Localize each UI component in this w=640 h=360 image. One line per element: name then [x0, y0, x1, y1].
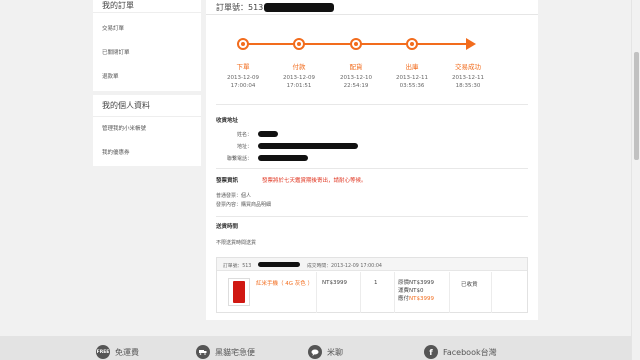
- column-divider: [491, 272, 492, 313]
- step-time-packing: 2013-12-10 22:54:19: [331, 75, 381, 90]
- original-price-label: 原價: [398, 280, 410, 286]
- product-name-link[interactable]: 紅米手機（ 4G 灰色 ）: [256, 280, 316, 288]
- order-items-box: 訂單號：513 成交時間：2013-12-09 17:00:04 紅米手機（ 4…: [216, 257, 528, 313]
- column-divider: [316, 272, 317, 313]
- sidebar-orders-card: 我的訂單 交易訂單 已關閉訂單 退款單: [93, 0, 201, 91]
- free-shipping-icon: FREE: [96, 345, 110, 359]
- footer-chat[interactable]: 米聊: [308, 345, 343, 359]
- unit-price: NT$3999: [322, 280, 347, 286]
- step-dot-ordered: [237, 38, 249, 50]
- footer-label-delivery: 黑貓宅急便: [215, 347, 255, 357]
- step-name-ordered: 下單: [236, 63, 250, 71]
- product-image[interactable]: [228, 278, 250, 306]
- step-clock: 22:54:19: [343, 82, 369, 89]
- step-dot-packing: [350, 38, 362, 50]
- redacted-phone: [258, 155, 308, 161]
- step-time-ordered: 2013-12-09 17:00:04: [218, 75, 268, 90]
- address-label: 地址：: [236, 144, 252, 150]
- column-divider: [394, 272, 395, 313]
- footer-label-facebook: Facebook台灣: [443, 347, 497, 357]
- sidebar-item-manage-account[interactable]: 管理我的小米帳號: [93, 117, 201, 141]
- section-divider: [216, 168, 528, 169]
- step-clock: 17:00:04: [230, 82, 256, 89]
- truck-icon: [196, 345, 210, 359]
- invoice-content-value: 購買商品明細: [241, 202, 272, 208]
- footer-bar: FREE 免運費 黑貓宅急便 米聊 f Facebook台灣: [0, 336, 640, 360]
- name-label: 姓名：: [236, 132, 252, 138]
- chat-icon: [308, 345, 322, 359]
- step-time-shipped: 2013-12-11 03:55:36: [387, 75, 437, 90]
- price-breakdown: 原價NT$3999 運費NT$0 應付NT$3999: [398, 279, 434, 303]
- step-dot-paid: [293, 38, 305, 50]
- step-date: 2013-12-09: [227, 75, 259, 81]
- order-box-deal-time: 成交時間：2013-12-09 17:00:04: [307, 264, 382, 269]
- paid-label: 應付: [398, 296, 410, 302]
- paid-row: 應付NT$3999: [398, 295, 434, 303]
- step-name-shipped: 出庫: [405, 63, 419, 71]
- invoice-notice: 發票將於七天鑑賞期後寄出，請耐心等候。: [262, 178, 367, 184]
- redacted-name: [258, 131, 278, 137]
- shipping-row: 運費NT$0: [398, 287, 434, 295]
- invoice-type-row: 普通發票：個人: [216, 192, 251, 199]
- step-date: 2013-12-09: [283, 75, 315, 81]
- sidebar-item-refunds[interactable]: 退款單: [93, 65, 201, 89]
- facebook-icon: f: [424, 345, 438, 359]
- progress-arrow-icon: [466, 38, 476, 50]
- step-clock: 18:35:30: [455, 82, 481, 89]
- step-time-paid: 2013-12-09 17:01:51: [274, 75, 324, 90]
- shipping-price: NT$0: [409, 288, 424, 294]
- invoice-heading: 發票資訊: [216, 178, 239, 184]
- invoice-content-row: 發票內容：購買商品明細: [216, 201, 271, 208]
- sidebar-heading-orders: 我的訂單: [93, 0, 201, 13]
- section-divider: [216, 104, 528, 105]
- quantity: 1: [374, 280, 378, 286]
- step-date: 2013-12-10: [340, 75, 372, 81]
- title-divider: [206, 14, 538, 15]
- invoice-type-label: 普通發票：: [216, 193, 242, 199]
- step-dot-shipped: [406, 38, 418, 50]
- column-divider: [449, 272, 450, 313]
- footer-label-free-shipping: 免運費: [115, 347, 139, 357]
- invoice-content-label: 發票內容：: [216, 202, 242, 208]
- order-box-order-no: 訂單號：513: [223, 264, 252, 269]
- footer-label-chat: 米聊: [327, 347, 343, 357]
- step-time-complete: 2013-12-11 18:35:30: [443, 75, 493, 90]
- step-date: 2013-12-11: [452, 75, 484, 81]
- sidebar-item-trade-orders[interactable]: 交易訂單: [93, 17, 201, 41]
- scrollbar-thumb[interactable]: [634, 52, 639, 160]
- redacted-order-number: [264, 3, 334, 12]
- order-status: 已收貨: [461, 282, 478, 288]
- column-divider: [360, 272, 361, 313]
- step-clock: 17:01:51: [286, 82, 312, 89]
- original-price-row: 原價NT$3999: [398, 279, 434, 287]
- phone-label: 聯繫電話：: [226, 156, 252, 162]
- address-heading: 收貨地址: [216, 118, 239, 124]
- original-price: NT$3999: [409, 280, 434, 286]
- order-detail-panel: 訂單號：513 下單 付款 配貨 出庫 交易成功 2013-12-09 17:0…: [206, 0, 538, 320]
- order-number-title: 訂單號：513: [216, 3, 264, 12]
- footer-free-shipping[interactable]: FREE 免運費: [96, 345, 139, 359]
- page-scrollbar[interactable]: [631, 0, 640, 360]
- redacted-address: [258, 143, 358, 149]
- delivery-heading: 送貨時間: [216, 224, 239, 230]
- shipping-label: 運費: [398, 288, 410, 294]
- footer-delivery[interactable]: 黑貓宅急便: [196, 345, 255, 359]
- footer-facebook[interactable]: f Facebook台灣: [424, 345, 497, 359]
- section-divider: [216, 216, 528, 217]
- sidebar-item-coupons[interactable]: 我的優惠券: [93, 141, 201, 165]
- step-name-packing: 配貨: [349, 63, 363, 71]
- step-name-paid: 付款: [292, 63, 306, 71]
- phone-screen: [233, 281, 245, 303]
- redacted-order-number: [258, 262, 300, 267]
- step-clock: 03:55:36: [399, 82, 425, 89]
- invoice-type-value: 個人: [241, 193, 252, 199]
- step-date: 2013-12-11: [396, 75, 428, 81]
- delivery-value: 不限送貨時間送貨: [216, 240, 257, 246]
- sidebar-heading-profile: 我的個人資料: [93, 95, 201, 117]
- paid-amount: NT$3999: [409, 296, 434, 302]
- sidebar-profile-card: 我的個人資料 管理我的小米帳號 我的優惠券: [93, 95, 201, 166]
- sidebar-item-closed-orders[interactable]: 已關閉訂單: [93, 41, 201, 65]
- step-name-complete: 交易成功: [455, 63, 481, 71]
